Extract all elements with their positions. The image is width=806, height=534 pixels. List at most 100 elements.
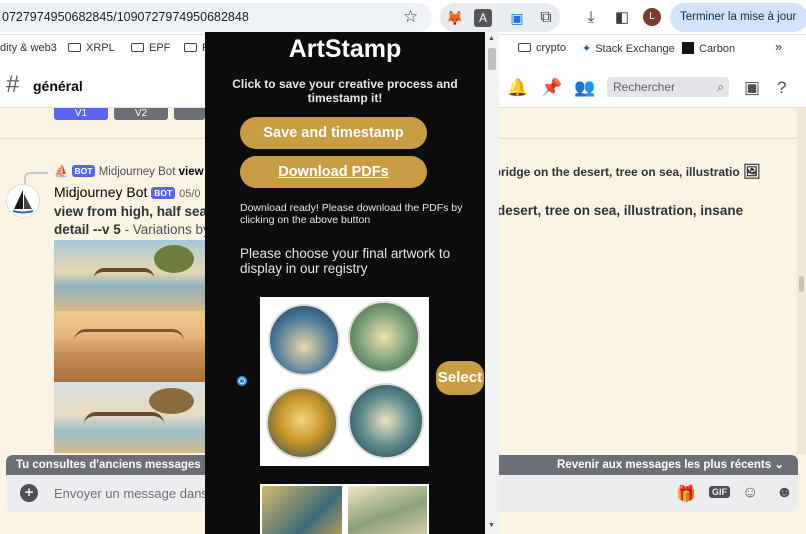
bridge-shape	[74, 329, 184, 341]
stack-exchange-icon: ✦	[582, 43, 592, 55]
emoji-icon[interactable]: ☻	[776, 484, 793, 502]
artstamp-popup: ArtStamp Click to save your creative pro…	[205, 32, 499, 534]
message-date: 05/0	[179, 188, 201, 200]
artwork-radio-1[interactable]	[237, 376, 247, 386]
pin-icon[interactable]: 📌	[541, 78, 562, 98]
image-tile	[54, 240, 206, 311]
extension-badge-icon[interactable]: ▣	[506, 7, 528, 29]
scroll-thumb[interactable]	[799, 276, 804, 292]
message-scrollbar[interactable]	[797, 108, 806, 454]
bookmark-star-icon[interactable]: ☆	[403, 7, 418, 27]
bookmark-label: Stack Exchange	[595, 43, 675, 55]
browser-toolbar: 0727974950682845/1090727974950682848 ☆ 🦊…	[0, 0, 806, 52]
bookmarks-overflow-icon[interactable]: »	[775, 39, 782, 54]
sidepanel-icon[interactable]: ◧	[611, 7, 633, 29]
members-icon[interactable]: 👥	[574, 78, 595, 98]
extensions-puzzle-icon[interactable]: ⧉	[535, 7, 557, 29]
bridge-shape	[94, 268, 154, 278]
image-icon: 🖼	[743, 163, 761, 179]
artwork-circle	[268, 304, 340, 376]
avatar[interactable]	[6, 184, 40, 218]
reply-snippet-text: t, bridge on the desert, tree on sea, il…	[483, 165, 740, 179]
chevron-down-icon: ⌄	[774, 459, 784, 471]
hashtag-icon: #	[6, 71, 20, 98]
bookmark-stack-exchange[interactable]: ✦ Stack Exchange	[582, 42, 675, 55]
artwork-option-1[interactable]	[260, 297, 429, 466]
image-tile	[54, 311, 206, 382]
bookmark-folder-xrpl[interactable]: XRPL	[68, 42, 115, 54]
message-line-1: view from high, half sea h	[54, 204, 206, 219]
search-placeholder: Rechercher	[613, 80, 676, 94]
message-author: Midjourney Bot BOT 05/0	[54, 184, 201, 200]
update-label: Terminer la mise à jour	[680, 11, 797, 23]
bookmark-label: Carbon	[699, 43, 736, 55]
jump-label: Revenir aux messages les plus récents	[557, 459, 772, 471]
author-name[interactable]: Midjourney Bot	[54, 184, 147, 200]
popup-scroll-thumb[interactable]	[488, 48, 496, 70]
channel-name: général	[33, 78, 83, 94]
address-bar[interactable]: 0727974950682845/1090727974950682848	[0, 3, 432, 32]
folder-icon	[68, 43, 81, 52]
message-variation-note: - Variations by	[120, 222, 206, 237]
bot-badge: BOT	[71, 165, 96, 177]
artwork-circle	[266, 387, 338, 459]
artwork-circle	[348, 383, 424, 459]
save-and-timestamp-button[interactable]: Save and timestamp	[240, 117, 427, 149]
search-input[interactable]: Rechercher ⌕	[607, 77, 729, 97]
upload-plus-icon[interactable]: +	[20, 484, 38, 502]
popup-subtitle: Click to save your creative process and …	[232, 77, 458, 105]
artwork-circle	[348, 301, 420, 373]
message-content-right: desert, tree on sea, illustration, insan…	[497, 203, 744, 218]
bookmark-item[interactable]: dity & web3	[0, 42, 57, 54]
reply-author: Midjourney Bot	[98, 166, 176, 178]
composer-placeholder: Envoyer un message dans #	[54, 486, 219, 501]
download-icon[interactable]: ⤓	[580, 7, 602, 29]
bookmark-folder-crypto[interactable]: crypto	[518, 42, 566, 54]
help-icon[interactable]: ?	[777, 78, 786, 98]
v1-button[interactable]: V1	[54, 108, 108, 120]
v3-button[interactable]	[174, 108, 205, 120]
bookmark-label: crypto	[536, 42, 566, 54]
sticker-icon[interactable]: ☺	[742, 484, 758, 502]
tree-shape	[154, 245, 194, 273]
tree-shape	[149, 388, 194, 414]
reply-snippet-right: t, bridge on the desert, tree on sea, il…	[483, 163, 761, 180]
profile-avatar[interactable]: L	[643, 8, 661, 26]
generated-image-grid[interactable]	[54, 240, 206, 455]
bookmark-folder-epf[interactable]: EPF	[131, 42, 170, 54]
folder-icon	[184, 43, 197, 52]
v2-button[interactable]: V2	[114, 108, 168, 120]
bookmark-carbon[interactable]: Carbon	[682, 42, 735, 55]
reply-avatar-icon: ⛵	[54, 166, 69, 178]
gift-icon[interactable]: 🎁	[676, 484, 696, 504]
old-messages-label: Tu consultes d'anciens messages	[16, 459, 201, 471]
download-pdfs-button[interactable]: Download PDFs	[240, 156, 427, 188]
choose-artwork-text: Please choose your final artwork to disp…	[240, 246, 451, 276]
folder-icon	[131, 43, 144, 52]
artwork-panel	[262, 486, 342, 534]
reply-snippet: view	[178, 166, 204, 178]
select-button[interactable]: Select	[436, 361, 484, 395]
bell-icon[interactable]: 🔔	[507, 78, 528, 98]
message-params: detail --v 5	[54, 222, 121, 237]
bookmark-label: XRPL	[86, 42, 115, 54]
inbox-icon[interactable]: ▣	[744, 78, 760, 98]
message-line-2: detail --v 5 - Variations by	[54, 221, 206, 239]
artwork-panel	[348, 486, 427, 534]
search-icon: ⌕	[717, 80, 724, 94]
bookmark-label: EPF	[149, 42, 171, 54]
popup-scrollbar[interactable]: ▲ ▼	[485, 32, 499, 534]
image-tile	[54, 382, 206, 453]
scroll-down-icon[interactable]: ▼	[488, 522, 495, 529]
popup-title: ArtStamp	[288, 35, 402, 63]
reply-preview[interactable]: ⛵ BOT Midjourney Bot view	[54, 164, 204, 178]
scroll-up-icon[interactable]: ▲	[488, 35, 495, 42]
metamask-fox-icon[interactable]: 🦊	[444, 7, 466, 29]
bot-badge: BOT	[151, 187, 176, 199]
jump-to-present-button[interactable]: Revenir aux messages les plus récents ⌄	[557, 455, 784, 475]
artstamp-extension-icon[interactable]: A	[474, 9, 492, 27]
artwork-option-2[interactable]	[260, 484, 429, 534]
update-chrome-button[interactable]: Terminer la mise à jour ⋮	[670, 3, 806, 52]
bridge-shape	[84, 412, 164, 424]
gif-button[interactable]: GIF	[709, 486, 730, 498]
